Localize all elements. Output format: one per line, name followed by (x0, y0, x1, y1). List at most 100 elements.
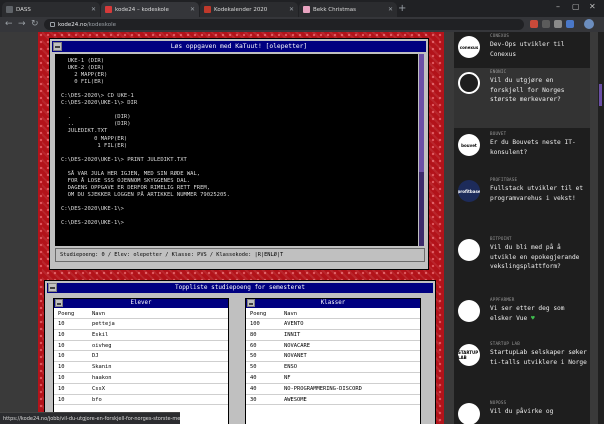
company-name: ENONIC (490, 69, 507, 74)
browser-toolbar: ← → ↻ kode24.no /kodeskole (0, 17, 604, 32)
poeng-cell: 10 (58, 385, 65, 392)
job-headline[interactable]: Fullstack utvikler til et programvarehus… (490, 184, 588, 203)
elever-heading-text: Elever (130, 300, 152, 306)
poeng-cell: 30 (250, 396, 257, 403)
job-listing[interactable]: BITPOINT Vil du bli med på å utvikle en e… (454, 235, 590, 294)
status-bar: Studiepoeng: 0 / Elev: olepetter / Klass… (55, 248, 425, 262)
navn-cell: NF (284, 374, 291, 381)
close-tab-icon[interactable]: ✕ (388, 6, 393, 13)
terminal-line: 0 MAPP(ER) (61, 135, 128, 142)
terminal-screen[interactable]: UKE-1 (DIR) UKE-2 (DIR) 2 MAPP(ER) 0 FIL… (55, 54, 418, 246)
extension-icon[interactable] (542, 20, 550, 28)
elever-panel: Elever Poeng Navn 10 petteja 10 Eskil 10 oivh… (53, 298, 229, 424)
browser-window: DASS ✕ kode24 – kodeskole ✕ Kodekalender… (0, 0, 604, 424)
navn-cell: oivheg (92, 342, 112, 349)
job-headline[interactable]: Vil du påvirke og (490, 407, 588, 417)
extension-icon[interactable] (566, 20, 574, 28)
terminal-scrollbar[interactable] (419, 54, 424, 246)
navn-cell: AWESOME (284, 396, 307, 403)
company-logo: bouvet (458, 134, 480, 156)
col-poeng: Poeng (58, 311, 75, 317)
tab-kode24[interactable]: kode24 – kodeskole ✕ (101, 2, 199, 17)
job-listing[interactable]: conexus CONEXUS Dev-Ops utvikler til Conex… (454, 32, 590, 66)
job-headline[interactable]: Dev-Ops utvikler til Conexus (490, 40, 588, 59)
minimize-icon[interactable]: – (556, 2, 560, 11)
system-menu-icon[interactable] (53, 42, 62, 51)
job-headline[interactable]: Vil du bli med på å utvikle en epokegjer… (490, 243, 588, 272)
close-tab-icon[interactable]: ✕ (91, 6, 96, 13)
table-row: 10 DJ (54, 351, 228, 363)
heart-icon: ♥ (527, 314, 535, 322)
close-tab-icon[interactable]: ✕ (289, 6, 294, 13)
navn-cell: INNIT (284, 331, 301, 338)
table-row: 40 NO-PROGRAMMERING-DISCORD (246, 384, 420, 395)
system-menu-icon[interactable] (55, 299, 63, 307)
back-icon[interactable]: ← (5, 18, 13, 30)
tab-bekk[interactable]: Bekk Christmas ✕ (299, 2, 397, 17)
terminal-line: 1 FIL(ER) (61, 142, 128, 149)
job-headline[interactable]: Er du Bouvets neste IT-konsulent? (490, 138, 588, 157)
terminal-line: 0 FIL(ER) (61, 79, 105, 86)
navn-cell: haakon (92, 374, 112, 381)
table-row: 10 petteja (54, 319, 228, 330)
scrollbar-thumb[interactable] (599, 84, 602, 106)
dos-window-title: Løs oppgaven med KaTuut! [olepetter] (52, 41, 426, 52)
job-listing[interactable]: APPFARMER Vi ser etter deg som elsker Vue… (454, 296, 590, 338)
terminal-line: C:\DES-2020\UKE-1\> (61, 205, 128, 212)
klasser-heading-text: Klasser (320, 300, 346, 306)
navn-cell: NO-PROGRAMMERING-DISCORD (284, 385, 362, 392)
close-tab-icon[interactable]: ✕ (190, 6, 195, 13)
tab-strip: DASS ✕ kode24 – kodeskole ✕ Kodekalender… (0, 0, 604, 17)
table-header: Poeng Navn (54, 310, 228, 319)
profile-avatar[interactable] (584, 19, 594, 29)
lock-icon (50, 22, 55, 27)
puzzle-icon[interactable] (554, 20, 562, 28)
close-window-icon[interactable]: ✕ (589, 2, 596, 11)
terminal-line: JULEDIKT.TXT (61, 128, 108, 135)
poeng-cell: 10 (58, 374, 65, 381)
job-headline[interactable]: Vi ser etter deg som elsker Vue ♥ (490, 304, 588, 323)
forward-icon[interactable]: → (18, 18, 26, 30)
klasser-table: Poeng Navn 100 AVENTO 80 INNIT 60 NOVACARE 50 N… (246, 310, 420, 406)
terminal-line: C:\DES-2020\> CD UKE-1 (61, 93, 134, 100)
table-row: 100 AVENTO (246, 319, 420, 330)
extension-icon[interactable] (530, 20, 538, 28)
company-logo: profitbase (458, 180, 480, 202)
terminal-line: C:\DES-2020\UKE-1\> PRINT JULEDIKT.TXT (61, 156, 187, 163)
logo-text: conexus (459, 44, 479, 50)
address-bar[interactable]: kode24.no /kodeskole (44, 19, 524, 30)
table-row: 30 AWESOME (246, 395, 420, 406)
tab-title: kode24 – kodeskole (115, 6, 169, 13)
terminal-line: SÅ VAR JULA HER IGJEN, MED SIN RØDE WAL, (61, 170, 201, 177)
job-listing[interactable]: profitbase PROFITBASE Fullstack utvikler t… (454, 176, 590, 233)
tab-kodekalender[interactable]: Kodekalender 2020 ✕ (200, 2, 298, 17)
poeng-cell: 10 (58, 342, 65, 349)
scrollbar-thumb[interactable] (419, 172, 424, 246)
system-menu-icon[interactable] (48, 283, 57, 292)
col-navn: Navn (92, 311, 105, 317)
company-logo: STARTUP LAB (458, 344, 480, 366)
reload-icon[interactable]: ↻ (31, 18, 39, 30)
toppliste-window: Toppliste studiepoeng for semesteret Ele… (44, 280, 436, 424)
navn-cell: Eskil (92, 331, 109, 338)
poeng-cell: 50 (250, 353, 257, 360)
job-headline[interactable]: Vil du utgjøre en forskjell for Norges s… (490, 76, 588, 105)
job-headline[interactable]: StartupLab selskaper søker ti-talls utvi… (490, 348, 588, 367)
job-listing[interactable]: bouvet BOUVET Er du Bouvets neste IT-konsu… (454, 130, 590, 174)
maximize-icon[interactable]: ▢ (572, 2, 580, 11)
link-status-url: https://kode24.no/jobb/vil-du-utgjore-en… (0, 412, 180, 424)
page-scrollbar[interactable] (598, 32, 604, 424)
job-listing[interactable]: NOPOSS Vil du påvirke og (454, 399, 590, 424)
company-logo (458, 239, 480, 261)
job-listing[interactable]: ENONIC Vil du utgjøre en forskjell for No… (454, 68, 590, 128)
logo-text: STARTUP LAB (458, 350, 479, 360)
navn-cell: CssX (92, 385, 105, 392)
new-tab-icon[interactable]: + (398, 3, 406, 15)
job-listing[interactable]: STARTUP LAB STARTUP LAB StartupLab selskap… (454, 340, 590, 397)
poeng-cell: 10 (58, 331, 65, 338)
tab-dass[interactable]: DASS ✕ (2, 2, 100, 17)
system-menu-icon[interactable] (247, 299, 255, 307)
tab-title: DASS (16, 6, 31, 13)
navn-cell: Skanin (92, 364, 112, 371)
